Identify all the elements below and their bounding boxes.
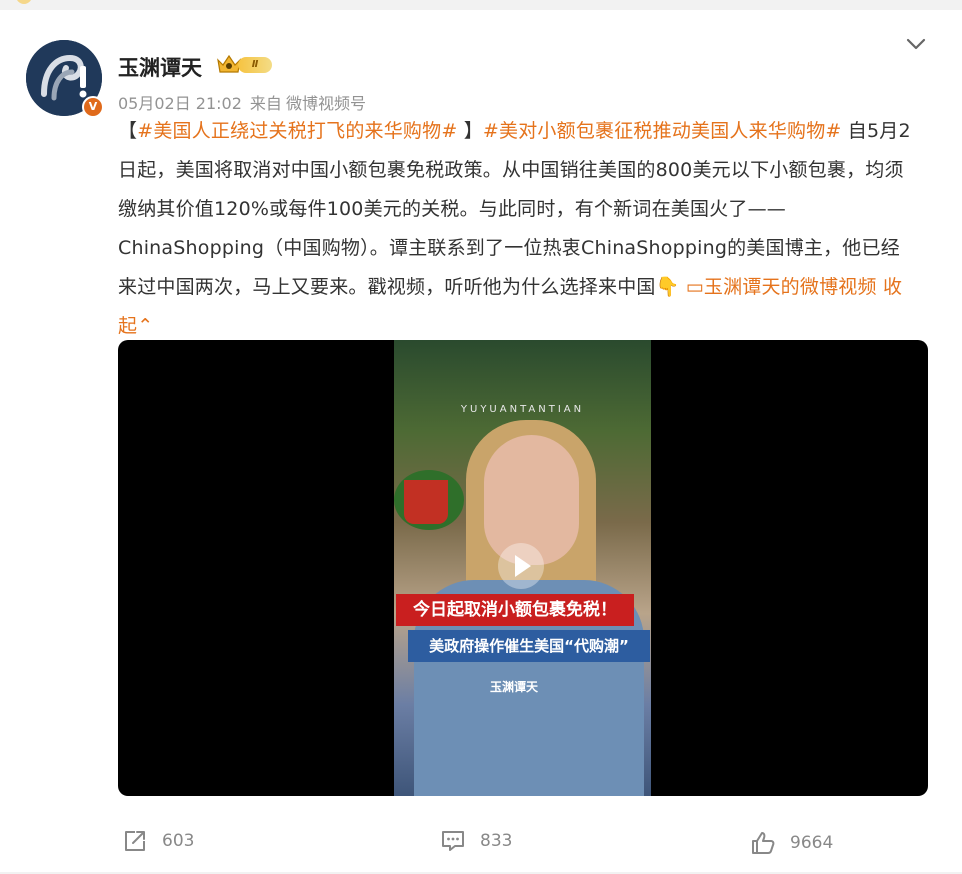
post-source[interactable]: 微博视频号	[286, 94, 366, 113]
verified-badge: V	[82, 96, 104, 118]
pointing-down-emoji: 👇	[655, 276, 680, 298]
action-bar: 603 833 9664	[0, 820, 962, 860]
post-meta: 05月02日 21:02 来自 微博视频号	[118, 90, 374, 114]
decoration	[16, 0, 32, 4]
video-player[interactable]: YUYUANTANTIAN 今日起取消小额包裹免税！ 美政府操作催生美国“代购潮…	[118, 340, 928, 796]
video-link-label: 玉渊谭天的微博视频	[703, 276, 877, 298]
username[interactable]: 玉渊谭天	[118, 52, 202, 82]
post-text: 【#美国人正绕过关税打飞的来华购物# 】#美对小额包裹征税推动美国人来华购物# …	[118, 112, 918, 346]
comment-button[interactable]: 833	[440, 826, 512, 856]
video-link[interactable]: ▭玉渊谭天的微博视频	[686, 276, 877, 298]
post-timestamp[interactable]: 05月02日 21:02	[118, 94, 242, 113]
repost-count: 603	[162, 831, 195, 851]
video-camera-icon: ▭	[685, 276, 704, 298]
post-body: 自5月2日起，美国将取消对中国小额包裹免税政策。从中国销往美国的800美元以下小…	[118, 120, 911, 298]
bracket-open: 【	[118, 120, 138, 142]
video-thumbnail: YUYUANTANTIAN 今日起取消小额包裹免税！ 美政府操作催生美国“代购潮…	[394, 340, 651, 796]
play-button[interactable]	[498, 543, 544, 589]
share-icon	[125, 831, 145, 851]
chevron-down-icon	[906, 38, 926, 50]
topic-link[interactable]: #美对小额包裹征税推动美国人来华购物#	[483, 120, 842, 142]
like-count: 9664	[790, 833, 834, 853]
repost-button[interactable]: 603	[122, 826, 194, 856]
video-caption-1: 今日起取消小额包裹免税！	[396, 594, 634, 626]
pot-decoration	[404, 480, 448, 524]
video-watermark: YUYUANTANTIAN	[460, 404, 585, 415]
video-caption-2: 美政府操作催生美国“代购潮”	[408, 630, 650, 662]
chevron-up-icon: ⌃	[137, 315, 154, 337]
comment-icon	[442, 831, 464, 851]
topic-link[interactable]: #美国人正绕过关税打飞的来华购物#	[137, 120, 457, 142]
bracket-close: 】	[457, 120, 483, 142]
comment-count: 833	[480, 831, 513, 851]
like-button[interactable]: 9664	[750, 828, 833, 858]
level-label: Ⅱ	[238, 57, 272, 73]
more-chevron-button[interactable]	[904, 34, 928, 54]
level-badge[interactable]: Ⅱ	[216, 52, 274, 76]
thumbs-up-icon	[752, 832, 775, 854]
video-logo: 玉渊谭天	[490, 680, 539, 694]
top-strip	[0, 0, 962, 10]
source-prefix: 来自	[249, 94, 282, 113]
